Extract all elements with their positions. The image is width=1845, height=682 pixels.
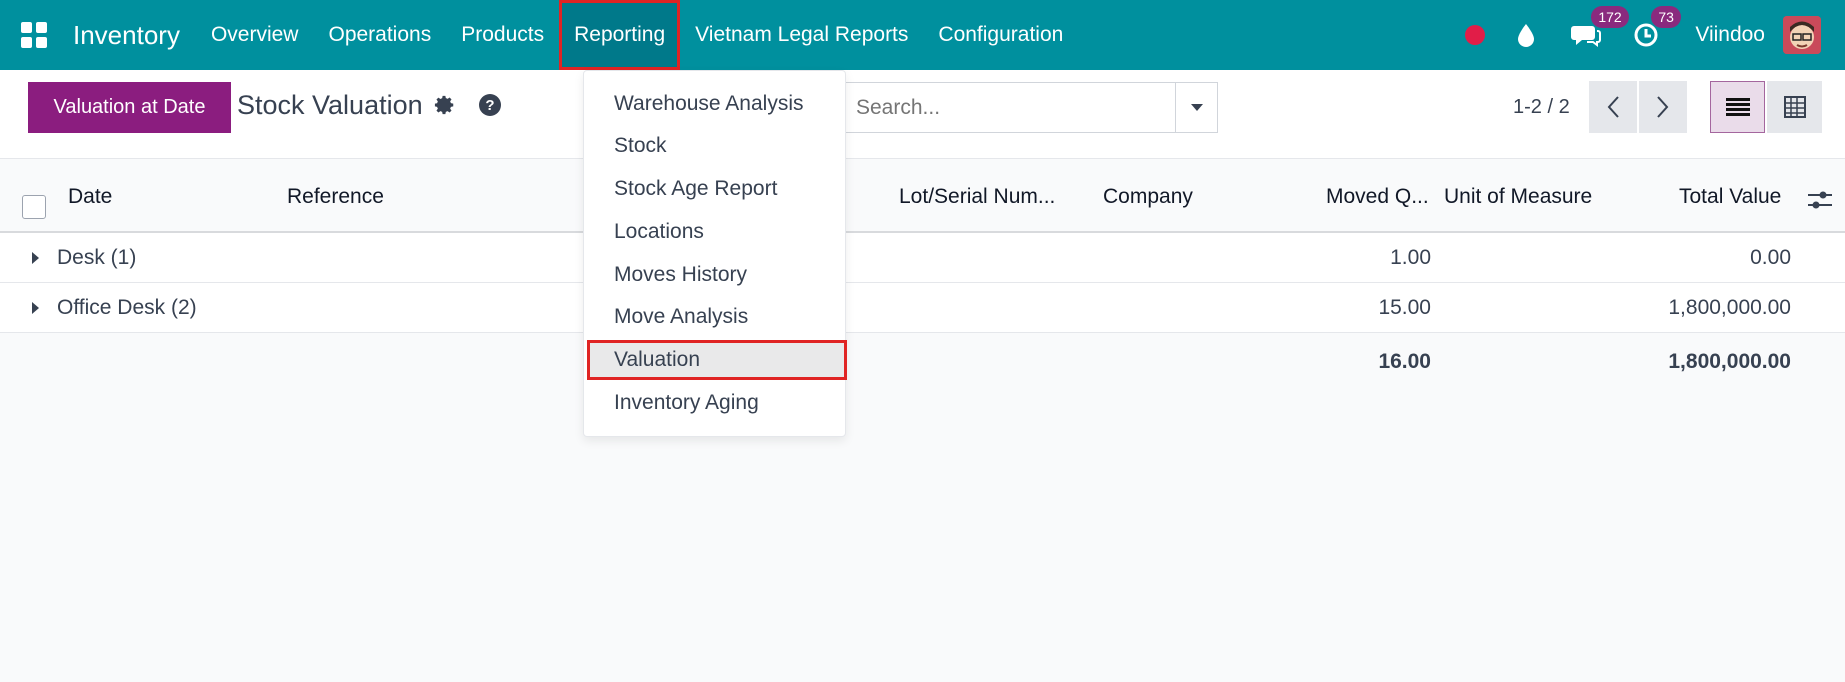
valuation-at-date-button[interactable]: Valuation at Date	[28, 82, 231, 133]
menu-configuration[interactable]: Configuration	[923, 0, 1078, 70]
table-header: Date Reference Lot/Serial Num... Company…	[0, 159, 1845, 233]
menu-item-stock[interactable]: Stock	[584, 126, 845, 166]
pager-next-button[interactable]	[1639, 81, 1687, 133]
control-panel: Valuation at Date Stock Valuation ? 1-2 …	[0, 70, 1845, 159]
pager-previous-button[interactable]	[1589, 81, 1637, 133]
apps-menu-icon[interactable]	[18, 19, 50, 51]
total-value: 0.00	[1750, 246, 1791, 269]
user-avatar[interactable]	[1783, 16, 1821, 54]
navbar-systray: 172 73 Viindoo	[1465, 0, 1845, 70]
search-input[interactable]	[845, 82, 1175, 133]
top-navbar: Inventory Overview Operations Products R…	[0, 0, 1845, 70]
menu-item-warehouse-analysis[interactable]: Warehouse Analysis	[584, 84, 845, 124]
page-title: Stock Valuation	[237, 90, 423, 120]
menu-reporting[interactable]: Reporting	[559, 0, 681, 70]
reporting-dropdown-menu: Warehouse Analysis Stock Stock Age Repor…	[583, 70, 847, 437]
table-row-group[interactable]: Office Desk (2) 15.00 1,800,000.00	[0, 283, 1845, 333]
column-moved-qty[interactable]: Moved Q...	[1326, 185, 1429, 209]
user-name[interactable]: Viindoo	[1695, 23, 1765, 47]
menu-item-move-analysis[interactable]: Move Analysis	[584, 297, 845, 337]
chevron-right-icon	[1657, 96, 1669, 118]
total-moved-qty: 16.00	[1378, 350, 1431, 373]
moved-qty-value: 1.00	[1390, 246, 1431, 269]
column-company[interactable]: Company	[1103, 185, 1193, 209]
messages-icon[interactable]: 172	[1571, 6, 1629, 50]
pager-value[interactable]: 1-2 / 2	[1513, 96, 1570, 119]
menu-overview[interactable]: Overview	[196, 0, 314, 70]
menu-item-locations[interactable]: Locations	[584, 212, 845, 252]
drop-icon[interactable]	[1511, 20, 1541, 50]
column-date[interactable]: Date	[68, 185, 112, 209]
app-name[interactable]: Inventory	[73, 20, 180, 51]
menu-vietnam-legal-reports[interactable]: Vietnam Legal Reports	[680, 0, 923, 70]
caret-right-icon	[32, 302, 39, 314]
activities-clock-icon[interactable]: 73	[1631, 6, 1681, 50]
help-icon[interactable]: ?	[479, 94, 501, 116]
caret-down-icon	[1190, 104, 1203, 111]
moved-qty-value: 15.00	[1378, 296, 1431, 319]
messages-badge: 172	[1591, 6, 1629, 28]
table-totals-row: 16.00 1,800,000.00	[0, 333, 1845, 388]
table-row-group[interactable]: Desk (1) 1.00 0.00	[0, 233, 1845, 283]
pivot-table-icon	[1783, 96, 1806, 118]
grand-total-value: 1,800,000.00	[1668, 350, 1791, 373]
activities-badge: 73	[1651, 6, 1681, 28]
menu-products[interactable]: Products	[446, 0, 559, 70]
group-name: Desk (1)	[57, 246, 137, 269]
menu-item-moves-history[interactable]: Moves History	[584, 255, 845, 295]
menu-item-valuation[interactable]: Valuation	[587, 340, 847, 380]
column-total-value[interactable]: Total Value	[1679, 185, 1781, 209]
gear-icon[interactable]	[434, 94, 458, 118]
total-value: 1,800,000.00	[1668, 296, 1791, 319]
list-view-icon	[1725, 98, 1750, 116]
list-view-button[interactable]	[1710, 81, 1765, 133]
pivot-view-button[interactable]	[1767, 81, 1822, 133]
column-reference[interactable]: Reference	[287, 185, 384, 209]
menu-item-stock-age-report[interactable]: Stock Age Report	[584, 169, 845, 209]
column-settings-icon[interactable]	[1808, 189, 1832, 217]
select-all-checkbox[interactable]	[22, 195, 46, 219]
caret-right-icon	[32, 252, 39, 264]
stock-valuation-table: Date Reference Lot/Serial Num... Company…	[0, 159, 1845, 388]
recording-indicator-icon[interactable]	[1465, 25, 1486, 45]
chevron-left-icon	[1607, 96, 1619, 118]
menu-operations[interactable]: Operations	[313, 0, 446, 70]
group-name: Office Desk (2)	[57, 296, 197, 319]
column-lot-serial[interactable]: Lot/Serial Num...	[899, 185, 1055, 209]
menu-item-inventory-aging[interactable]: Inventory Aging	[584, 383, 845, 423]
column-unit-of-measure[interactable]: Unit of Measure	[1444, 185, 1592, 209]
search-options-toggle[interactable]	[1175, 82, 1218, 133]
